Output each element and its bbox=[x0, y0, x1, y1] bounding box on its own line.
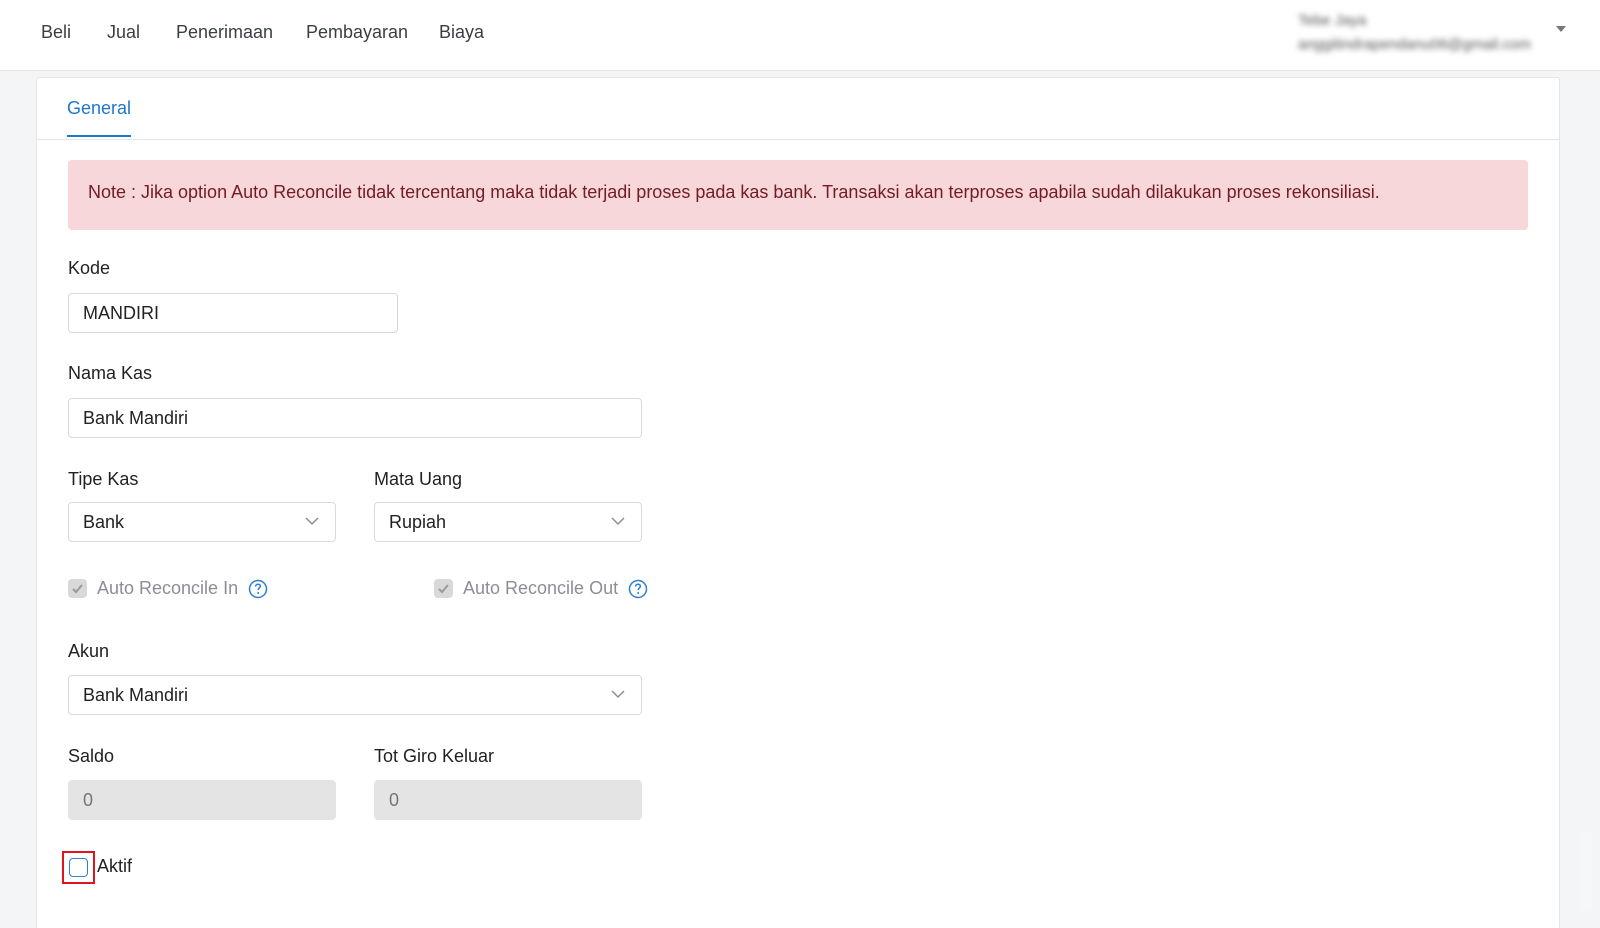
check-icon bbox=[72, 584, 83, 594]
aktif-checkbox[interactable] bbox=[69, 858, 88, 877]
alert-text: Note : Jika option Auto Reconcile tidak … bbox=[88, 182, 1380, 202]
nav-biaya[interactable]: Biaya bbox=[439, 22, 484, 43]
nav-jual[interactable]: Jual bbox=[107, 22, 140, 43]
tab-general[interactable]: General bbox=[67, 98, 132, 137]
auto-reconcile-out-row: Auto Reconcile Out bbox=[434, 578, 648, 599]
aktif-label: Aktif bbox=[97, 856, 133, 876]
tab-bar: General bbox=[37, 78, 1559, 140]
auto-reconcile-in-checkbox[interactable] bbox=[68, 579, 87, 598]
mata-uang-label: Mata Uang bbox=[374, 469, 463, 489]
mata-uang-select[interactable]: Rupiah bbox=[374, 502, 642, 542]
akun-value: Bank Mandiri bbox=[83, 685, 189, 705]
user-menu[interactable]: Tebe Jaya anggitindrapendanu06@gmail.com bbox=[1296, 10, 1556, 60]
nav-penerimaan[interactable]: Penerimaan bbox=[176, 22, 273, 43]
nav-beli[interactable]: Beli bbox=[41, 22, 71, 43]
tipe-kas-select[interactable]: Bank bbox=[68, 502, 336, 542]
user-name: Tebe Jaya bbox=[1298, 12, 1367, 29]
nav-pembayaran[interactable]: Pembayaran bbox=[306, 22, 408, 43]
tot-giro-keluar-input bbox=[374, 780, 642, 820]
chevron-down-icon bbox=[611, 517, 625, 526]
saldo-input bbox=[68, 780, 336, 820]
mata-uang-value: Rupiah bbox=[389, 512, 447, 532]
scrollbar-thumb[interactable] bbox=[1580, 831, 1592, 911]
auto-reconcile-in-row: Auto Reconcile In bbox=[68, 578, 268, 599]
help-icon[interactable] bbox=[628, 579, 648, 599]
chevron-down-icon bbox=[305, 517, 319, 526]
nama-kas-label: Nama Kas bbox=[68, 363, 153, 383]
note-alert: Note : Jika option Auto Reconcile tidak … bbox=[68, 160, 1528, 230]
auto-reconcile-out-checkbox[interactable] bbox=[434, 579, 453, 598]
saldo-label: Saldo bbox=[68, 746, 115, 766]
tipe-kas-value: Bank bbox=[83, 512, 125, 532]
form-card: General Note : Jika option Auto Reconcil… bbox=[36, 77, 1560, 928]
tipe-kas-label: Tipe Kas bbox=[68, 469, 139, 489]
tot-giro-keluar-label: Tot Giro Keluar bbox=[374, 746, 495, 766]
caret-down-icon[interactable] bbox=[1556, 26, 1566, 32]
chevron-down-icon bbox=[611, 690, 625, 699]
help-icon[interactable] bbox=[248, 579, 268, 599]
kode-input[interactable] bbox=[68, 293, 398, 333]
check-icon bbox=[438, 584, 449, 594]
user-email: anggitindrapendanu06@gmail.com bbox=[1298, 36, 1531, 53]
akun-select[interactable]: Bank Mandiri bbox=[68, 675, 642, 715]
top-navbar: Beli Jual Penerimaan Pembayaran Biaya Te… bbox=[0, 0, 1600, 71]
nama-kas-input[interactable] bbox=[68, 398, 642, 438]
page-scrollbar[interactable] bbox=[1580, 71, 1594, 928]
kode-label: Kode bbox=[68, 258, 111, 278]
auto-reconcile-in-label: Auto Reconcile In bbox=[97, 578, 239, 598]
akun-label: Akun bbox=[68, 641, 110, 661]
auto-reconcile-out-label: Auto Reconcile Out bbox=[463, 578, 619, 598]
